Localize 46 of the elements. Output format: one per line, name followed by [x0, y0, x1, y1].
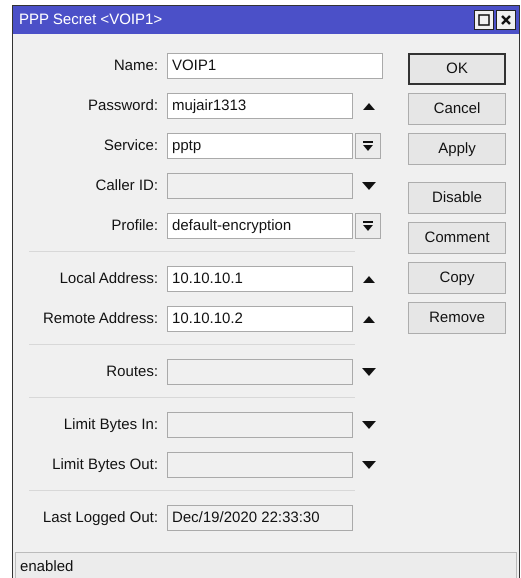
- field-label: Service:: [102, 136, 159, 156]
- input-field[interactable]: 10.10.10.1: [167, 266, 353, 292]
- input-field[interactable]: pptp: [167, 133, 353, 159]
- dialog-button[interactable]: Comment: [408, 222, 506, 254]
- dialog-button[interactable]: OK: [408, 53, 506, 85]
- dialog-button[interactable]: Cancel: [408, 93, 506, 125]
- up-triangle-icon[interactable]: [363, 275, 375, 283]
- field-label: Remote Address:: [42, 308, 159, 329]
- dropdown-arrow-icon[interactable]: [362, 368, 376, 376]
- input-field[interactable]: Dec/19/2020 22:33:30: [167, 505, 353, 531]
- dropdown-button[interactable]: [355, 133, 381, 159]
- input-field[interactable]: 10.10.10.2: [167, 306, 353, 332]
- close-icon: [500, 14, 512, 26]
- maximize-button[interactable]: [474, 10, 494, 30]
- input-field[interactable]: [167, 452, 353, 478]
- up-triangle-icon[interactable]: [363, 315, 375, 323]
- window-title: PPP Secret <VOIP1>: [19, 10, 162, 30]
- field-label: Profile:: [110, 216, 159, 236]
- field-label: Limit Bytes Out:: [51, 454, 159, 475]
- dropdown-arrow-icon[interactable]: [362, 461, 376, 469]
- field-label: Name:: [112, 56, 159, 76]
- input-field[interactable]: VOIP1: [167, 53, 383, 79]
- up-triangle-icon[interactable]: [363, 102, 375, 110]
- field-label: Local Address:: [58, 268, 159, 289]
- field-label: Password:: [86, 96, 159, 116]
- dialog-button[interactable]: Disable: [408, 182, 506, 214]
- close-button[interactable]: [496, 10, 516, 30]
- field-label: Limit Bytes In:: [62, 414, 159, 435]
- input-field[interactable]: mujair1313: [167, 93, 353, 119]
- input-field[interactable]: [167, 173, 353, 199]
- maximize-icon: [478, 14, 490, 26]
- field-label: Routes:: [105, 362, 159, 382]
- input-field[interactable]: [167, 412, 353, 438]
- dropdown-arrow-icon[interactable]: [362, 182, 376, 190]
- field-label: Last Logged Out:: [42, 508, 159, 528]
- input-field[interactable]: default-encryption: [167, 213, 353, 239]
- dialog-button[interactable]: Apply: [408, 133, 506, 165]
- dropdown-arrow-icon: [363, 140, 373, 152]
- dropdown-arrow-icon: [363, 220, 373, 232]
- dialog-button[interactable]: Copy: [408, 262, 506, 294]
- status-text: enabled: [20, 556, 74, 577]
- dropdown-arrow-icon[interactable]: [362, 421, 376, 429]
- field-label: Caller ID:: [94, 176, 159, 196]
- input-field[interactable]: [167, 359, 353, 385]
- dropdown-button[interactable]: [355, 213, 381, 239]
- dialog-button[interactable]: Remove: [408, 302, 506, 334]
